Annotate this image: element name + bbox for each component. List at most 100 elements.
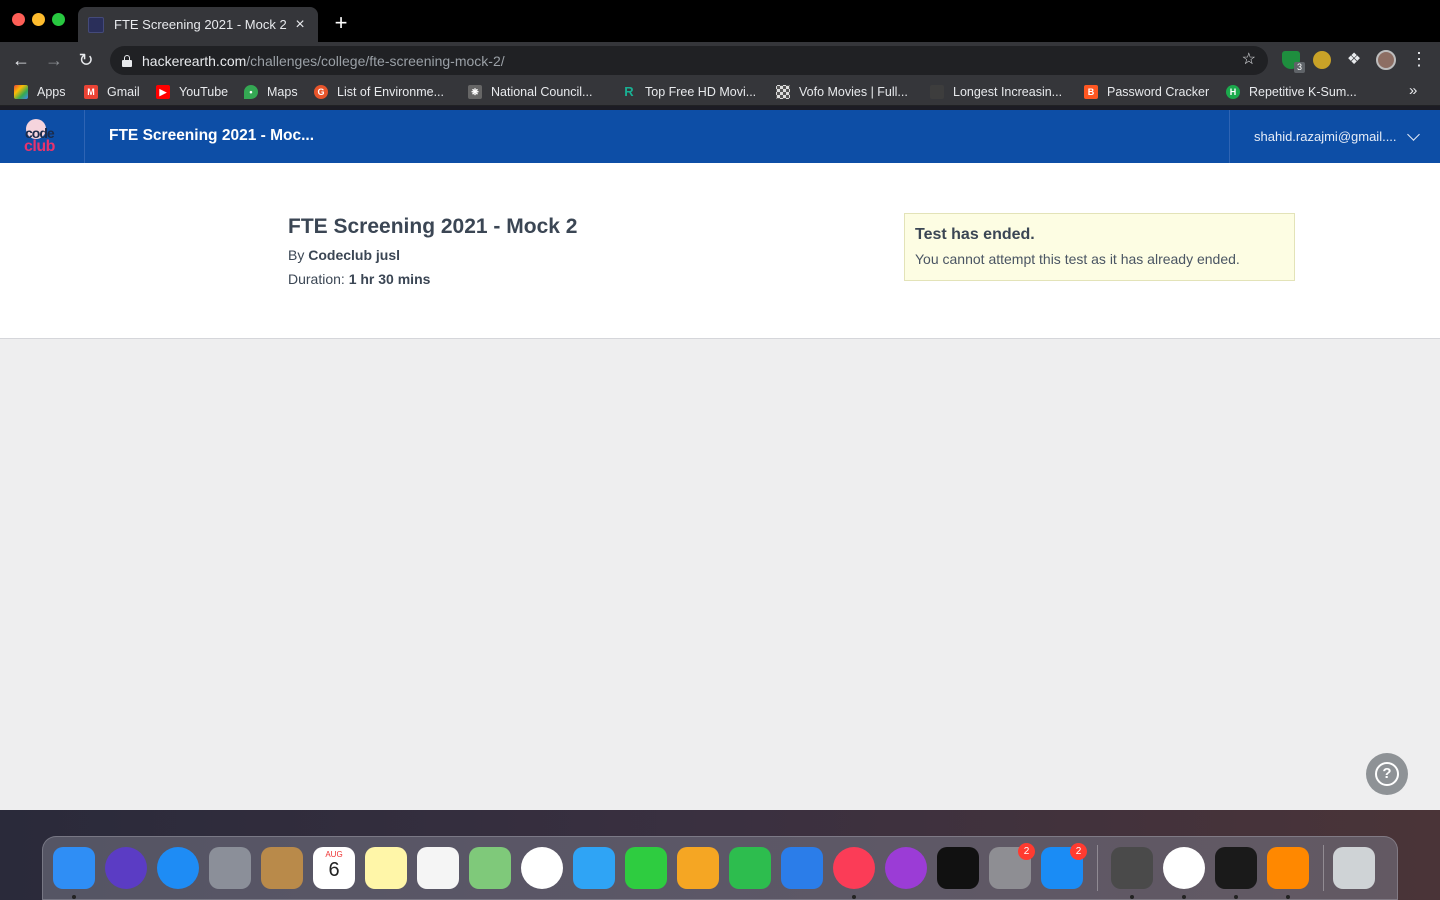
organizer-name: Codeclub jusl <box>308 247 401 263</box>
dock-launchpad-icon[interactable] <box>209 847 251 889</box>
dock-safari-icon[interactable] <box>157 847 199 889</box>
dock-pages-icon[interactable] <box>677 847 719 889</box>
eyes-extension-icon[interactable] <box>1313 51 1331 69</box>
dock-siri-icon[interactable] <box>105 847 147 889</box>
dock-app-store-icon[interactable]: 2 <box>1041 843 1087 889</box>
by-label: By <box>288 247 305 263</box>
dock-badge: 2 <box>1070 843 1087 860</box>
dock-tv-icon[interactable] <box>937 847 979 889</box>
dock-keynote-icon[interactable] <box>781 847 823 889</box>
bookmark-movies[interactable]: R Top Free HD Movi... <box>622 83 756 101</box>
bookmark-label: Gmail <box>107 85 140 99</box>
bookmark-maps[interactable]: • Maps <box>244 83 298 101</box>
dock-reminders-icon[interactable] <box>417 847 459 889</box>
dock-system-preferences-icon[interactable]: 2 <box>989 843 1035 889</box>
user-menu[interactable]: shahid.razajmi@gmail.... <box>1229 110 1440 163</box>
running-indicator <box>1286 895 1290 899</box>
more-bookmarks-icon[interactable]: » <box>1409 82 1417 99</box>
bookmark-label: Maps <box>267 85 298 99</box>
zoom-window-button[interactable] <box>52 13 65 26</box>
bookmark-longest[interactable]: Longest Increasin... <box>930 83 1062 101</box>
bookmark-label: List of Environme... <box>337 85 444 99</box>
dock-facetime-icon[interactable] <box>625 847 667 889</box>
help-button[interactable]: ? <box>1366 753 1408 795</box>
challenge-summary: FTE Screening 2021 - Mock 2 By Codeclub … <box>0 163 1440 339</box>
challenge-organizer: By Codeclub jusl <box>288 247 400 263</box>
dock-terminal-icon[interactable] <box>1215 847 1257 899</box>
notice-title: Test has ended. <box>915 226 1035 243</box>
dock-maps-icon[interactable] <box>469 847 511 889</box>
new-tab-button[interactable]: + <box>330 12 352 34</box>
header-title: FTE Screening 2021 - Moc... <box>109 127 315 144</box>
address-bar[interactable]: hackerearth.com/challenges/college/fte-s… <box>110 46 1268 75</box>
bookmark-vofo[interactable]: Vofo Movies | Full... <box>776 83 908 101</box>
forward-arrow-icon[interactable]: → <box>43 49 65 71</box>
dock-sublime-text-icon[interactable] <box>1111 847 1153 899</box>
duration-value: 1 hr 30 mins <box>348 271 431 287</box>
maps-pin-icon: • <box>244 85 258 99</box>
notice-text: You cannot attempt this test as it has a… <box>915 251 1240 267</box>
browser-tab-bar: FTE Screening 2021 - Mock 2 × + <box>0 0 1440 42</box>
shield-extension-icon[interactable]: 3 <box>1282 51 1305 73</box>
dock-photos-icon[interactable] <box>521 847 563 889</box>
url-text: hackerearth.com/challenges/college/fte-s… <box>142 53 505 69</box>
profile-avatar[interactable] <box>1376 50 1396 70</box>
r-logo-icon: R <box>624 84 634 99</box>
bookmark-label: Longest Increasin... <box>953 85 1063 99</box>
web-page: code club FTE Screening 2021 - Moc... sh… <box>0 110 1440 810</box>
apps-grid-icon <box>14 85 28 99</box>
dock-chrome-icon[interactable] <box>1163 847 1205 899</box>
chrome-menu-icon[interactable]: ⋮ <box>1410 49 1428 70</box>
dock-music-icon[interactable] <box>833 847 875 899</box>
bookmark-gmail[interactable]: M Gmail <box>84 83 140 101</box>
bookmark-youtube[interactable]: ▶ YouTube <box>156 83 228 101</box>
dock-calendar-icon[interactable]: AUG 6 <box>313 847 355 889</box>
site-favicon-icon <box>88 16 104 33</box>
dock-separator <box>1097 845 1098 891</box>
bookmark-environment[interactable]: G List of Environme... <box>314 83 444 101</box>
close-window-button[interactable] <box>12 13 25 26</box>
bookmark-k-sum[interactable]: H Repetitive K-Sum... <box>1226 83 1357 101</box>
dock-trash-icon[interactable] <box>1333 847 1375 889</box>
duration-label: Duration: <box>288 271 345 287</box>
back-arrow-icon[interactable]: ← <box>10 49 32 71</box>
tab-title: FTE Screening 2021 - Mock 2 <box>114 17 287 32</box>
logo-container[interactable]: code club <box>0 110 85 163</box>
bookmark-star-icon[interactable]: ☆ <box>1242 49 1256 69</box>
youtube-icon: ▶ <box>156 85 170 99</box>
browser-toolbar: ← → ↻ hackerearth.com/challenges/college… <box>0 42 1440 78</box>
dock-notes-icon[interactable] <box>365 847 407 889</box>
dock-vlc-icon[interactable] <box>1267 847 1309 899</box>
reload-icon[interactable]: ↻ <box>75 49 97 71</box>
dock-podcasts-icon[interactable] <box>885 847 927 889</box>
calendar-month: AUG <box>325 850 343 859</box>
running-indicator <box>72 895 76 899</box>
desktop-background: AUG 6 2 2 <box>0 810 1440 900</box>
calendar-day: 6 <box>328 859 340 881</box>
challenge-duration: Duration: 1 hr 30 mins <box>288 271 430 287</box>
bookmark-apps[interactable]: Apps <box>14 83 66 101</box>
running-indicator <box>1234 895 1238 899</box>
dock-contacts-icon[interactable] <box>261 847 303 889</box>
browser-tab[interactable]: FTE Screening 2021 - Mock 2 × <box>78 7 318 42</box>
gmail-icon: M <box>84 85 98 99</box>
test-ended-notice: Test has ended. You cannot attempt this … <box>904 213 1295 281</box>
dock-messages-icon[interactable] <box>573 847 615 889</box>
tab-close-icon[interactable]: × <box>292 16 308 34</box>
extensions-puzzle-icon[interactable]: ❖ <box>1345 51 1363 69</box>
url-path: /challenges/college/fte-screening-mock-2… <box>246 52 505 69</box>
geeks-icon: G <box>314 85 328 99</box>
bookmark-password-cracker[interactable]: B Password Cracker <box>1084 83 1209 101</box>
hackerrank-icon: H <box>1226 85 1240 99</box>
minimize-window-button[interactable] <box>32 13 45 26</box>
dock-finder-icon[interactable] <box>53 847 95 899</box>
dock-numbers-icon[interactable] <box>729 847 771 889</box>
bookmark-label: Top Free HD Movi... <box>645 85 757 99</box>
bookmark-national-council[interactable]: ❋ National Council... <box>468 83 592 101</box>
checker-icon <box>776 85 790 99</box>
site-header: code club FTE Screening 2021 - Moc... sh… <box>0 110 1440 163</box>
bookmark-label: Repetitive K-Sum... <box>1249 85 1357 99</box>
dock-badge: 2 <box>1018 843 1035 860</box>
codeclub-logo: code club <box>22 119 60 155</box>
running-indicator <box>1182 895 1186 899</box>
